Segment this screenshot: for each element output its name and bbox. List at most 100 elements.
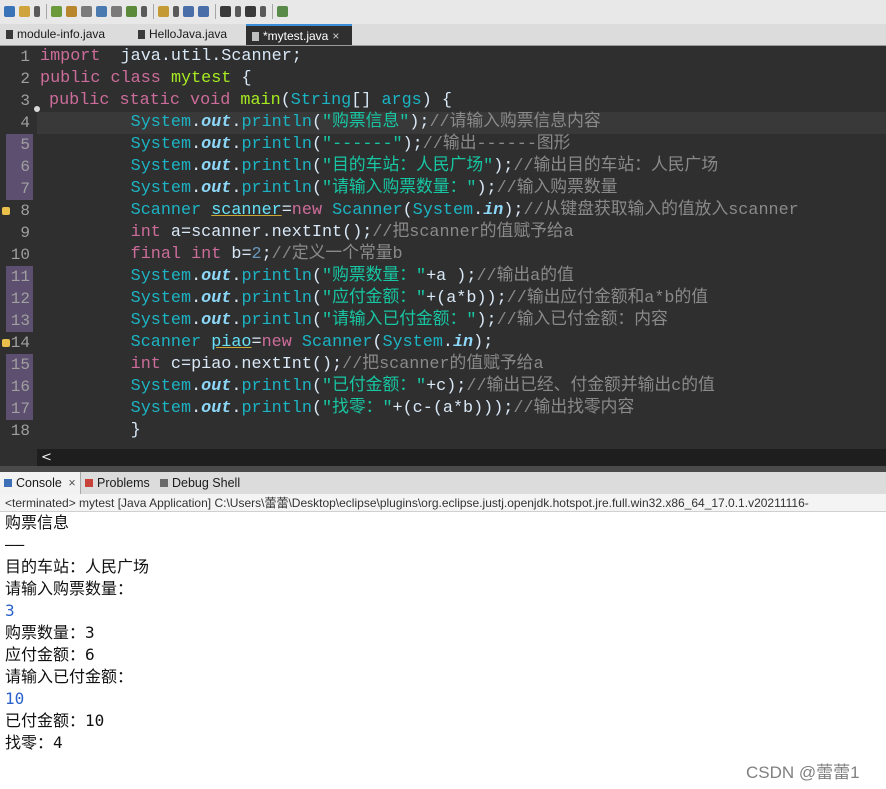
toggle-icon[interactable] — [81, 6, 92, 17]
code-line[interactable]: System.out.println("目的车站：人民广场");//输出目的车站… — [40, 156, 718, 178]
code-token: ( — [311, 377, 323, 396]
code-token: . — [191, 311, 202, 330]
code-token: //输出目的车站：人民广场 — [513, 157, 719, 176]
code-line[interactable]: final int b=2;//定义一个常量b — [40, 244, 403, 266]
console-output[interactable]: 购票信息 —— 目的车站：人民广场 请输入购票数量： 3 购票数量：3 应付金额：6 请输入已… — [0, 512, 886, 789]
code-token: . — [231, 157, 242, 176]
dropdown-icon[interactable] — [141, 6, 147, 17]
code-token: System — [130, 399, 192, 418]
save-icon[interactable] — [4, 6, 15, 17]
close-icon[interactable]: × — [68, 476, 75, 490]
tab-label: Console — [16, 476, 62, 490]
open-icon[interactable] — [158, 6, 169, 17]
code-token: "应付金额：" — [322, 289, 427, 308]
code-token: String — [290, 91, 352, 110]
line-number: 2 — [20, 70, 30, 88]
pin-icon[interactable] — [277, 6, 288, 17]
code-token: //请输入购票信息内容 — [429, 113, 601, 132]
code-editor[interactable]: 1 2 3 4 5 6 7 8 9 10 11 12 13 14 15 16 17 18 import java.… — [0, 46, 886, 466]
code-token: out — [201, 135, 232, 154]
code-line[interactable]: System.out.println("请输入已付金额：");//输入已付金额：… — [40, 310, 668, 332]
java-file-icon — [138, 30, 145, 39]
tab-module-info[interactable]: module-info.java — [0, 24, 122, 45]
code-line[interactable]: System.out.println("找零："+(c-(a*b)));//输出… — [40, 398, 635, 420]
code-token: Scanner — [301, 333, 373, 352]
code-token: = — [281, 201, 292, 220]
code-line[interactable]: System.out.println("购票数量："+a );//输出a的值 — [40, 266, 574, 288]
code-line[interactable]: System.out.println("应付金额："+(a*b));//输出应付… — [40, 288, 708, 310]
code-token: "目的车站：人民广场" — [322, 157, 494, 176]
code-line[interactable]: int c=piao.nextInt();//把scanner的值赋予给a — [40, 354, 544, 376]
tab-debug-shell[interactable]: Debug Shell — [160, 472, 240, 494]
forward-icon[interactable] — [198, 6, 209, 17]
line-number: 12 — [10, 290, 30, 308]
debug-icon[interactable] — [51, 6, 62, 17]
layout-icon[interactable] — [96, 6, 107, 17]
code-token: println — [241, 377, 312, 396]
dropdown-icon[interactable] — [173, 6, 179, 17]
code-token: System — [382, 333, 443, 352]
code-line[interactable]: int a=scanner.nextInt();//把scanner的值赋予给a — [40, 222, 574, 244]
console-output-line: 目的车站：人民广场 — [5, 557, 150, 576]
code-token: out — [201, 399, 232, 418]
code-token: . — [231, 113, 242, 132]
code-line[interactable]: System.out.println("购票信息");//请输入购票信息内容 — [40, 112, 601, 134]
close-icon[interactable]: × — [332, 29, 339, 43]
code-token: System — [130, 311, 192, 330]
line-number: 16 — [10, 378, 30, 396]
code-token: . — [231, 311, 242, 330]
code-line[interactable]: Scanner piao=new Scanner(System.in); — [40, 332, 494, 354]
code-token: . — [231, 289, 242, 308]
code-line[interactable]: import java.util.Scanner; — [40, 46, 302, 68]
tab-label: module-info.java — [17, 27, 106, 41]
code-line[interactable]: System.out.println("------");//输出------图… — [40, 134, 571, 156]
tab-mytest[interactable]: *mytest.java × — [246, 24, 352, 45]
edit-icon[interactable] — [66, 6, 77, 17]
code-token: out — [201, 267, 232, 286]
code-line[interactable]: System.out.println("已付金额："+c);//输出已经、付金额… — [40, 376, 715, 398]
code-token: 2 — [251, 245, 262, 264]
scroll-left-icon[interactable]: < — [41, 449, 52, 466]
back-icon[interactable] — [183, 6, 194, 17]
pencil-icon[interactable] — [19, 6, 30, 17]
code-token: in — [452, 333, 474, 352]
toolbar-separator — [46, 4, 47, 19]
nav-right-icon[interactable] — [245, 6, 256, 17]
toggle-icon[interactable] — [111, 6, 122, 17]
new-icon[interactable] — [126, 6, 137, 17]
code-token: ); — [493, 157, 514, 176]
code-token: out — [201, 377, 232, 396]
nav-left-icon[interactable] — [220, 6, 231, 17]
dropdown-icon[interactable] — [260, 6, 266, 17]
toolbar-separator — [272, 4, 273, 19]
code-token: } — [40, 421, 141, 440]
code-token: a=scanner.nextInt(); — [160, 223, 373, 242]
console-output-line: 应付金额：6 — [5, 645, 95, 664]
tab-hellojava[interactable]: HelloJava.java — [132, 24, 242, 45]
fold-marker-icon[interactable] — [34, 106, 40, 112]
dropdown-icon[interactable] — [34, 6, 40, 17]
watermark: CSDN @蕾蕾1 — [746, 763, 860, 782]
process-status-line: <terminated> mytest [Java Application] C… — [0, 494, 886, 512]
code-line[interactable]: } — [40, 420, 141, 442]
horizontal-scrollbar[interactable]: < — [37, 449, 886, 466]
code-line[interactable]: System.out.println("请输入购票数量：");//输入购票数量 — [40, 178, 618, 200]
code-line[interactable]: Scanner scanner=new Scanner(System.in);/… — [40, 200, 799, 222]
code-token: //从键盘获取输入的值放入scanner — [523, 201, 799, 220]
code-token: . — [231, 135, 242, 154]
code-line[interactable]: public static void main(String[] args) { — [49, 90, 452, 112]
tab-console[interactable]: Console × — [0, 472, 81, 494]
code-line[interactable]: public class mytest { — [40, 68, 252, 90]
dropdown-icon[interactable] — [235, 6, 241, 17]
tab-problems[interactable]: Problems — [85, 472, 150, 494]
